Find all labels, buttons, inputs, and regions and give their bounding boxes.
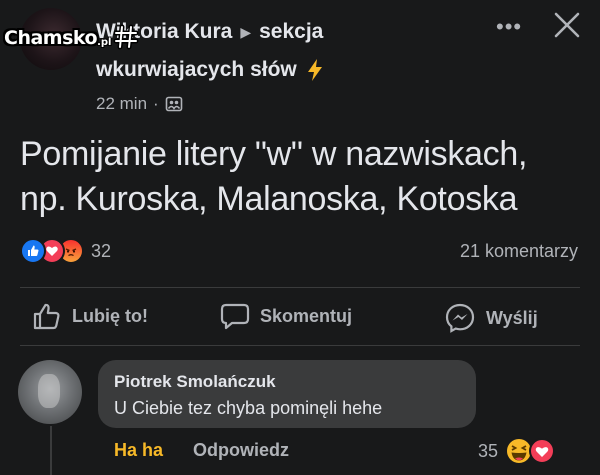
comment-icon (220, 303, 250, 330)
group-name-part2[interactable]: wkurwiajacych słów (96, 58, 297, 82)
like-button[interactable]: Lubię to! (32, 302, 148, 330)
arrow-right-icon: ▶ (240, 23, 252, 40)
post-actions-bar: Lubię to! Skomentuj Wyślij (0, 290, 600, 346)
group-name-line: wkurwiajacych słów (96, 58, 325, 82)
comments-count[interactable]: 21 komentarzy (460, 241, 578, 262)
lightning-icon (307, 59, 322, 81)
comment-reaction-button[interactable]: Ha ha (114, 440, 163, 461)
comment-reactions-summary[interactable]: 35 (478, 436, 556, 466)
like-button-label: Lubię to! (72, 305, 148, 326)
send-button[interactable]: Wyślij (444, 302, 538, 334)
send-button-label: Wyślij (486, 307, 538, 328)
more-icon[interactable]: ••• (496, 14, 522, 40)
reactions-summary[interactable]: 32 (20, 238, 111, 264)
comment-bubble: Piotrek Smolańczuk U Ciebie tez chyba po… (98, 360, 476, 428)
thread-line (50, 426, 52, 475)
post-time[interactable]: 22 min (96, 94, 147, 114)
comment-reaction-count: 35 (478, 440, 499, 461)
commenter-avatar[interactable] (18, 360, 82, 424)
reaction-count: 32 (91, 240, 112, 261)
comment-button-label: Skomentuj (260, 305, 353, 326)
like-reaction-icon (20, 238, 46, 264)
comment-actions: Ha ha Odpowiedz (114, 440, 289, 461)
watermark-brand: Chamsko (4, 27, 98, 49)
divider-top (20, 287, 580, 288)
hash-icon (113, 24, 139, 50)
messenger-icon (445, 303, 475, 333)
post-text: Pomijanie litery "w" w nazwiskach, np. K… (20, 132, 590, 222)
group-name-part1[interactable]: sekcja (259, 20, 323, 44)
post-text-line-2: np. Kuroska, Malanoska, Kotoska (20, 180, 518, 218)
watermark-suffix: .pl (97, 36, 112, 48)
post-meta: 22 min · (96, 94, 183, 114)
comment-reply-button[interactable]: Odpowiedz (193, 440, 289, 461)
love-reaction-icon-small (529, 438, 556, 464)
thumbs-up-icon (33, 303, 60, 330)
meta-separator: · (153, 94, 159, 113)
close-icon[interactable] (552, 10, 582, 40)
comment-text: U Ciebie tez chyba pominęli hehe (114, 398, 383, 418)
post-text-line-1: Pomijanie litery "w" w nazwiskach, (20, 135, 528, 173)
comment-button[interactable]: Skomentuj (220, 302, 352, 330)
chamsko-watermark: Chamsko .pl (4, 24, 139, 50)
post-screen: Chamsko .pl Wiktoria Kura ▶ sekcja wkurw… (0, 0, 600, 475)
divider-bottom (20, 345, 580, 346)
group-privacy-icon (165, 96, 183, 112)
comment-author[interactable]: Piotrek Smolańczuk (114, 372, 460, 392)
